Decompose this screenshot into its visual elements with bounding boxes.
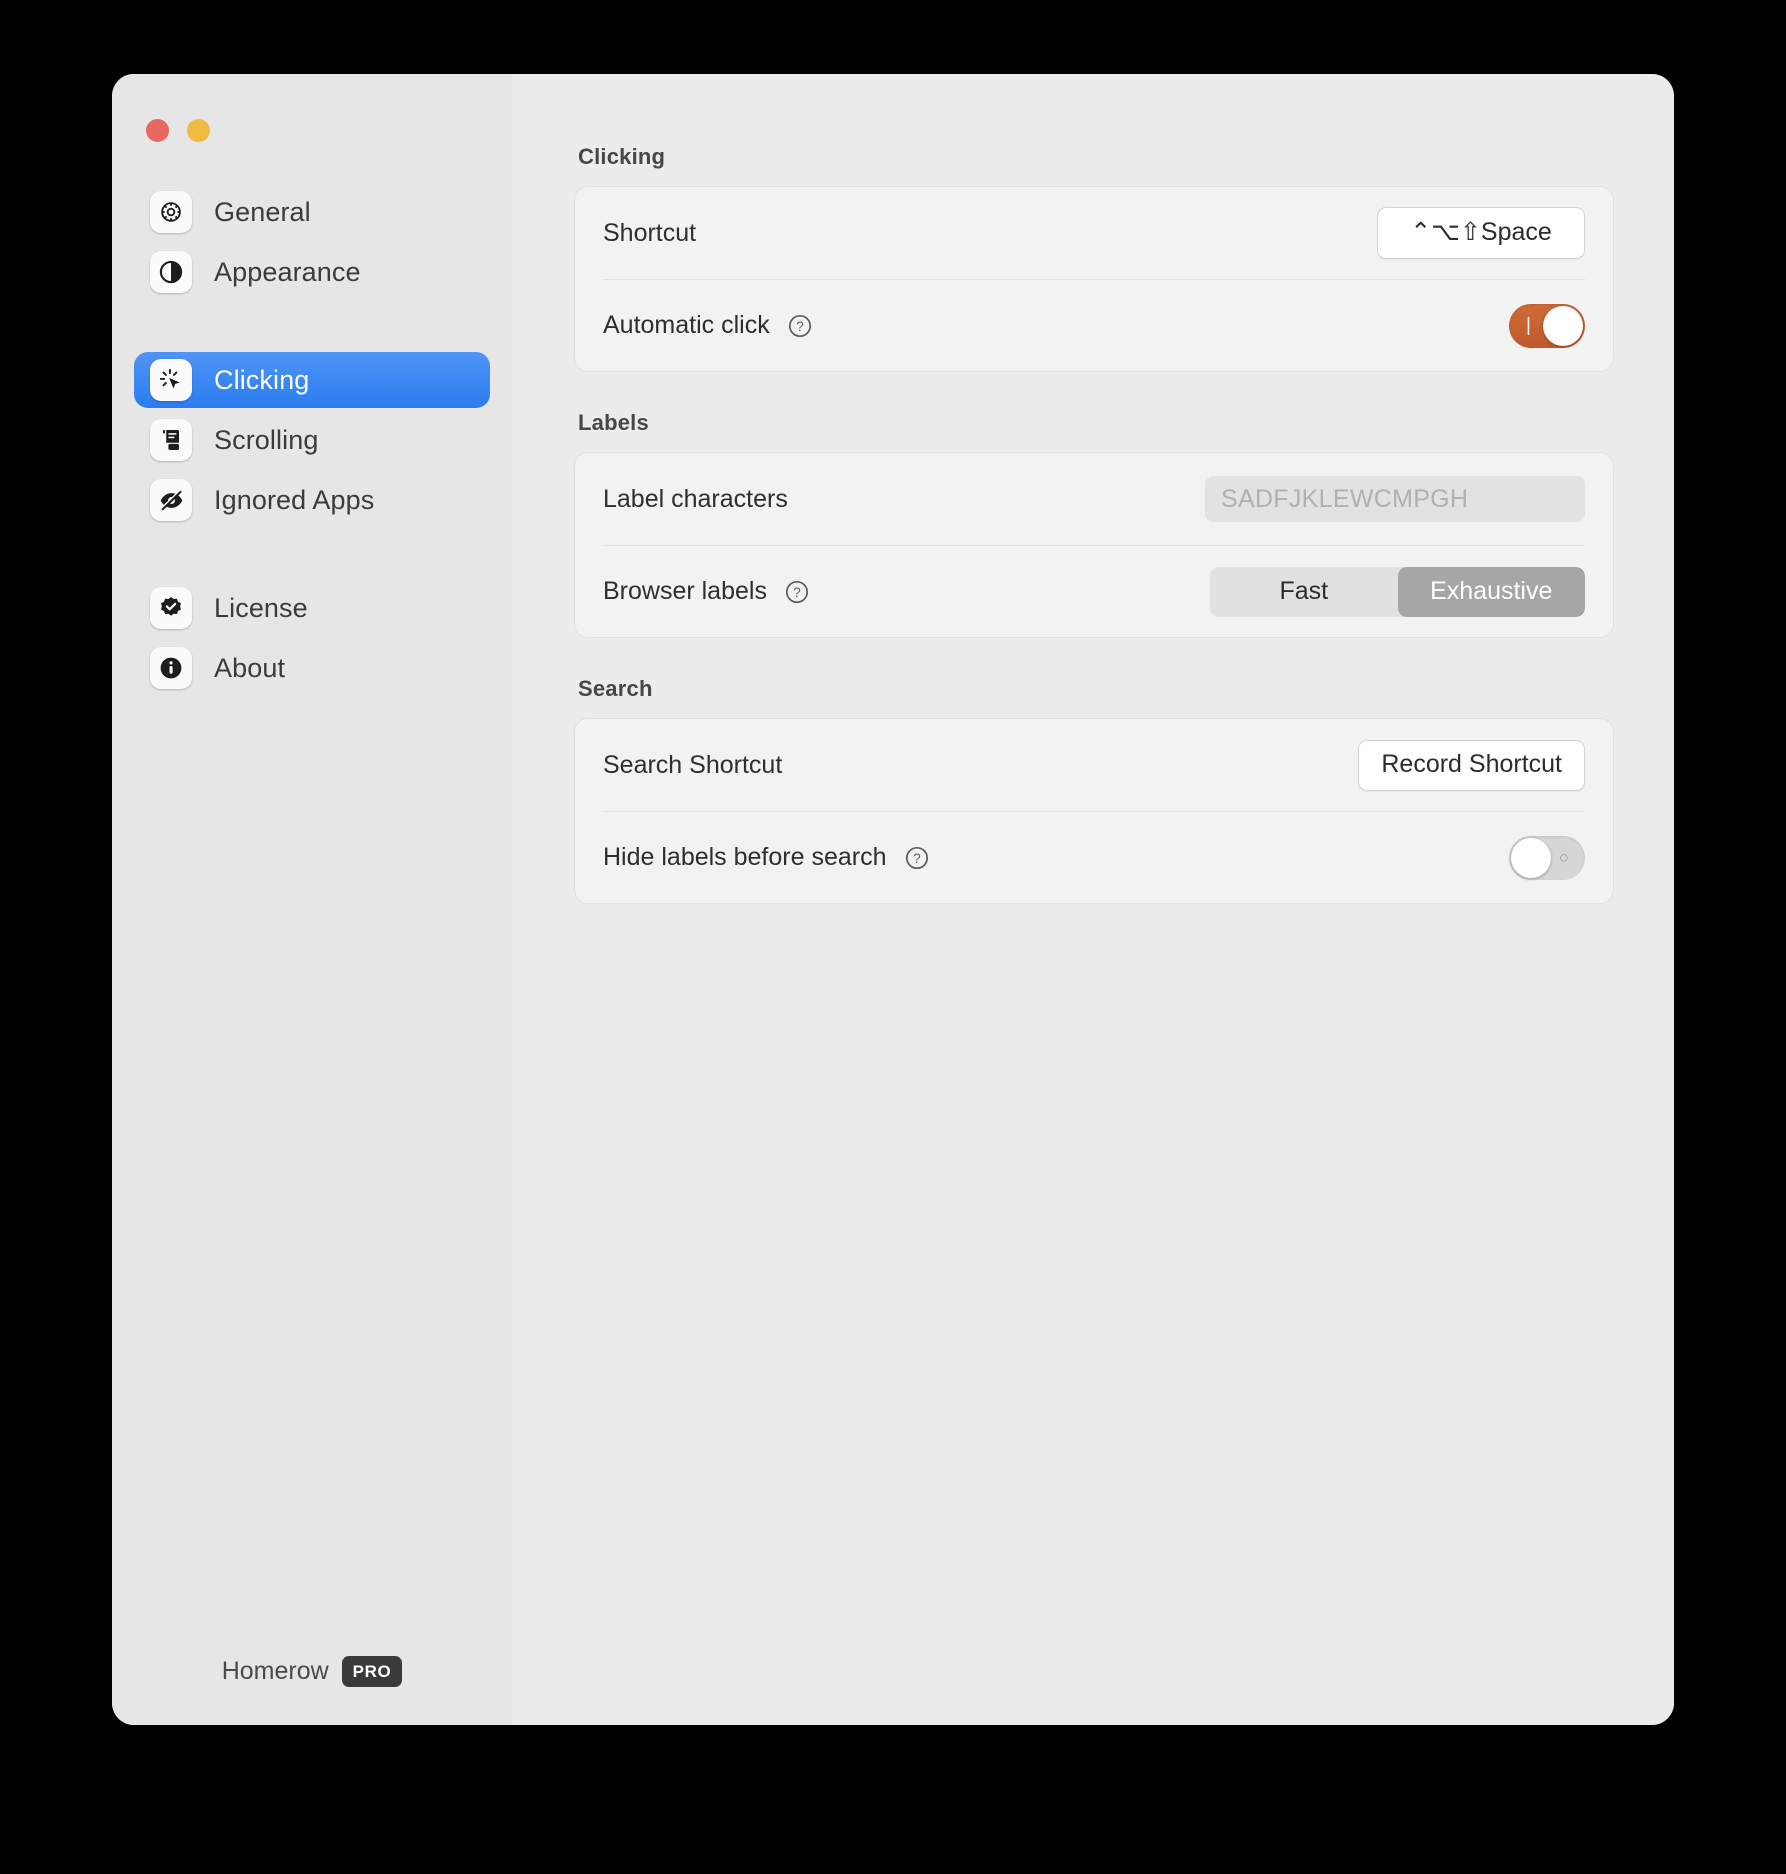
- segment-exhaustive[interactable]: Exhaustive: [1397, 566, 1585, 617]
- row-label-wrap: Label characters: [603, 485, 788, 514]
- section-clicking: Clicking Shortcut ⌃⌥⇧Space Automatic cli…: [574, 144, 1614, 372]
- settings-card: Search Shortcut Record Shortcut Hide lab…: [574, 718, 1614, 904]
- section-title: Clicking: [578, 144, 666, 169]
- browser-labels-segmented-control[interactable]: Fast Exhaustive: [1210, 566, 1585, 617]
- sidebar-group-1: General Appearance: [112, 184, 512, 300]
- sidebar-item-about[interactable]: About: [134, 640, 490, 696]
- sidebar-group-3: License About: [112, 580, 512, 696]
- sidebar-item-label: General: [214, 196, 311, 227]
- label-characters-input[interactable]: SADFJKLEWCMPGH: [1205, 476, 1585, 522]
- settings-card: Shortcut ⌃⌥⇧Space Automatic click ? |: [574, 186, 1614, 372]
- sidebar-item-general[interactable]: General: [134, 184, 490, 240]
- sidebar-item-label: About: [214, 652, 286, 683]
- row-shortcut: Shortcut ⌃⌥⇧Space: [603, 187, 1585, 279]
- toggle-knob: [1511, 837, 1551, 878]
- click-cursor-icon: [150, 359, 192, 401]
- row-label-wrap: Search Shortcut: [603, 751, 782, 780]
- eye-slash-icon: [150, 479, 192, 521]
- segment-fast[interactable]: Fast: [1210, 567, 1398, 617]
- sidebar-nav: General Appearance Clicking Scrolling Ig…: [112, 184, 512, 700]
- row-hide-labels-before-search: Hide labels before search ? ○: [603, 811, 1585, 903]
- sidebar-item-license[interactable]: License: [134, 580, 490, 636]
- sidebar-item-label: License: [214, 592, 308, 623]
- row-label: Hide labels before search: [603, 843, 887, 871]
- traffic-light-controls: [146, 119, 210, 142]
- sidebar: General Appearance Clicking Scrolling Ig…: [112, 74, 512, 1725]
- svg-text:?: ?: [796, 318, 803, 333]
- sidebar-divider-2: [112, 532, 512, 580]
- settings-window: General Appearance Clicking Scrolling Ig…: [112, 74, 1674, 1725]
- help-icon[interactable]: ?: [787, 313, 813, 339]
- row-label-characters: Label characters SADFJKLEWCMPGH: [603, 453, 1585, 545]
- section-labels: Labels Label characters SADFJKLEWCMPGH B…: [574, 410, 1614, 638]
- sidebar-footer: Homerow PRO: [112, 1656, 512, 1687]
- seal-check-icon: [150, 587, 192, 629]
- main-content: Clicking Shortcut ⌃⌥⇧Space Automatic cli…: [512, 74, 1674, 1725]
- row-label-wrap: Browser labels ?: [603, 577, 810, 606]
- section-title: Search: [578, 676, 653, 701]
- svg-text:?: ?: [913, 850, 920, 865]
- row-label: Search Shortcut: [603, 750, 783, 779]
- settings-card: Label characters SADFJKLEWCMPGH Browser …: [574, 452, 1614, 638]
- close-window-button[interactable]: [146, 119, 169, 142]
- row-label: Label characters: [603, 484, 788, 513]
- toggle-on-mark: |: [1526, 315, 1531, 336]
- sidebar-item-label: Scrolling: [214, 424, 319, 455]
- sidebar-item-clicking[interactable]: Clicking: [134, 352, 490, 408]
- sidebar-item-label: Ignored Apps: [214, 484, 375, 515]
- pro-badge: PRO: [341, 1656, 403, 1687]
- row-label-wrap: Shortcut: [603, 219, 696, 248]
- row-label: Shortcut: [603, 218, 697, 247]
- toggle-off-mark: ○: [1558, 848, 1569, 867]
- row-automatic-click: Automatic click ? |: [603, 279, 1585, 371]
- contrast-circle-icon: [150, 251, 192, 293]
- gear-icon: [150, 191, 192, 233]
- section-title: Labels: [578, 410, 649, 435]
- sidebar-item-scrolling[interactable]: Scrolling: [134, 412, 490, 468]
- sidebar-item-appearance[interactable]: Appearance: [134, 244, 490, 300]
- app-name: Homerow: [221, 1657, 329, 1685]
- input-placeholder: SADFJKLEWCMPGH: [1221, 484, 1469, 513]
- sidebar-group-2: Clicking Scrolling Ignored Apps: [112, 352, 512, 528]
- row-label: Automatic click: [603, 311, 770, 339]
- row-label: Browser labels: [603, 577, 767, 605]
- row-label-wrap: Hide labels before search ?: [603, 843, 930, 872]
- info-circle-icon: [150, 647, 192, 689]
- toggle-knob: [1543, 305, 1583, 346]
- sidebar-item-label: Clicking: [214, 364, 310, 395]
- row-search-shortcut: Search Shortcut Record Shortcut: [603, 719, 1585, 811]
- row-browser-labels: Browser labels ? Fast Exhaustive: [603, 545, 1585, 637]
- scroll-document-icon: [150, 419, 192, 461]
- shortcut-recorder-button[interactable]: ⌃⌥⇧Space: [1377, 207, 1585, 259]
- record-shortcut-button[interactable]: Record Shortcut: [1358, 739, 1585, 791]
- sidebar-divider-1: [112, 304, 512, 352]
- automatic-click-toggle[interactable]: |: [1509, 303, 1585, 348]
- help-icon[interactable]: ?: [904, 845, 930, 871]
- row-label-wrap: Automatic click ?: [603, 311, 813, 340]
- svg-text:?: ?: [793, 584, 800, 599]
- minimize-window-button[interactable]: [187, 119, 210, 142]
- section-search: Search Search Shortcut Record Shortcut H…: [574, 676, 1614, 904]
- hide-labels-toggle[interactable]: ○: [1509, 835, 1585, 880]
- sidebar-item-label: Appearance: [214, 256, 361, 287]
- help-icon[interactable]: ?: [784, 579, 810, 605]
- sidebar-item-ignored-apps[interactable]: Ignored Apps: [134, 472, 490, 528]
